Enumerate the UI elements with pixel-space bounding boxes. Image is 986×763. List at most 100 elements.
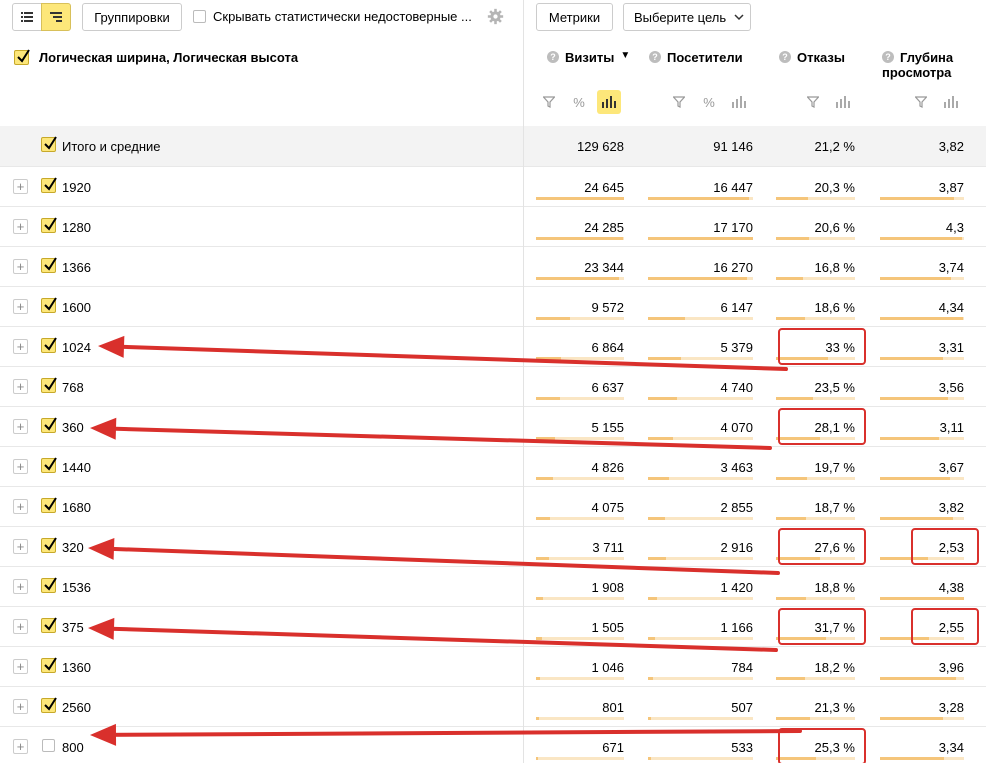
groupings-button[interactable]: Группировки (82, 3, 182, 31)
bar-fill-visits (536, 757, 538, 760)
percent-icon[interactable]: % (567, 90, 591, 114)
percent-icon[interactable]: % (697, 90, 721, 114)
table-row[interactable]: +1536 1 908 1 420 18,8 % 4,38 (0, 566, 986, 606)
table-row[interactable]: +768 6 637 4 740 23,5 % 3,56 (0, 366, 986, 406)
row-checkbox[interactable] (41, 217, 57, 236)
table-row[interactable]: +1680 4 075 2 855 18,7 % 3,82 (0, 486, 986, 526)
bar-fill-depth (880, 677, 956, 680)
bounce-highlight-box (778, 408, 866, 445)
cell-visitors: 2 855 (720, 500, 753, 515)
bar-fill-visitors (648, 437, 673, 440)
bar-track-visitors (648, 357, 753, 360)
cell-visits: 6 637 (591, 380, 624, 395)
row-checkbox[interactable] (41, 537, 57, 556)
goal-select[interactable]: Выберите цель (623, 3, 751, 31)
sort-desc-icon[interactable]: ▼ (620, 50, 630, 61)
cell-depth: 4,34 (938, 300, 964, 315)
row-checkbox[interactable] (41, 297, 57, 316)
cell-visits: 4 075 (591, 500, 624, 515)
row-checkbox[interactable] (41, 457, 57, 476)
bar-track-depth (880, 677, 964, 680)
bar-track-visitors (648, 237, 753, 240)
bar-fill-visitors (648, 677, 653, 680)
bar-fill-bounces (776, 197, 808, 200)
hide-unreliable-label: Скрывать статистически недостоверные ... (213, 9, 472, 24)
list-view-toggle[interactable] (12, 3, 42, 31)
filter-icon[interactable] (537, 90, 561, 114)
row-checkbox[interactable] (41, 697, 57, 716)
expand-icon[interactable]: + (13, 579, 28, 594)
gear-icon[interactable] (487, 8, 504, 28)
expand-icon[interactable]: + (13, 419, 28, 434)
row-checkbox[interactable] (41, 617, 57, 636)
expand-icon[interactable]: + (13, 619, 28, 634)
col-depth-label-1: Глубина (900, 50, 954, 65)
expand-icon[interactable]: + (13, 499, 28, 514)
table-row[interactable]: +1440 4 826 3 463 19,7 % 3,67 (0, 446, 986, 486)
bar-chart-icon[interactable] (831, 90, 855, 114)
hide-unreliable-checkbox[interactable] (193, 10, 206, 23)
table-row[interactable]: +1360 1 046 784 18,2 % 3,96 (0, 646, 986, 686)
bar-fill-depth (880, 757, 944, 760)
cell-visitors: 533 (731, 740, 753, 755)
help-icon[interactable]: ? (779, 51, 791, 63)
bar-fill-depth (880, 197, 954, 200)
expand-icon[interactable]: + (13, 299, 28, 314)
help-icon[interactable]: ? (649, 51, 661, 63)
bar-track-visitors (648, 677, 753, 680)
row-label: 1360 (62, 660, 91, 675)
filter-icon[interactable] (801, 90, 825, 114)
hide-unreliable-option[interactable]: Скрывать статистически недостоверные ... (193, 9, 472, 24)
row-checkbox[interactable] (41, 497, 57, 516)
expand-icon[interactable]: + (13, 219, 28, 234)
col-visitors[interactable]: ? Посетители (649, 50, 743, 65)
row-checkbox[interactable] (41, 657, 57, 676)
expand-icon[interactable]: + (13, 739, 28, 754)
tree-view-toggle[interactable] (41, 3, 71, 31)
table-row[interactable]: +2560 801 507 21,3 % 3,28 (0, 686, 986, 726)
filter-icon[interactable] (667, 90, 691, 114)
bar-fill-bounces (776, 677, 805, 680)
expand-icon[interactable]: + (13, 179, 28, 194)
row-checkbox[interactable] (41, 337, 57, 356)
cell-depth: 4,3 (945, 220, 964, 235)
dimension-checkbox[interactable] (14, 49, 30, 65)
col-visits[interactable]: ? Визиты ▼ (547, 50, 630, 65)
dimension-header[interactable]: Логическая ширина, Логическая высота (14, 49, 298, 65)
filter-icon[interactable] (909, 90, 933, 114)
total-bounces: 21,2 % (814, 139, 855, 154)
metrics-button[interactable]: Метрики (536, 3, 613, 31)
bar-track-bounces (776, 397, 855, 400)
help-icon[interactable]: ? (882, 51, 894, 63)
bar-fill-bounces (776, 597, 806, 600)
col-bounces[interactable]: ? Отказы (779, 50, 845, 65)
table-row[interactable]: +1920 24 645 16 447 20,3 % 3,87 (0, 166, 986, 206)
row-checkbox[interactable] (41, 257, 57, 276)
bar-chart-icon[interactable] (939, 90, 963, 114)
expand-icon[interactable]: + (13, 659, 28, 674)
row-checkbox[interactable] (41, 377, 57, 396)
col-depth[interactable]: ? Глубина просмотра (882, 50, 953, 80)
expand-icon[interactable]: + (13, 259, 28, 274)
table-row[interactable]: +1366 23 344 16 270 16,8 % 3,74 (0, 246, 986, 286)
expand-icon[interactable]: + (13, 379, 28, 394)
row-checkbox[interactable] (41, 177, 57, 196)
row-checkbox[interactable] (41, 738, 55, 755)
expand-icon[interactable]: + (13, 539, 28, 554)
row-checkbox[interactable] (41, 417, 57, 436)
bar-chart-icon[interactable] (727, 90, 751, 114)
expand-icon[interactable]: + (13, 339, 28, 354)
row-label: 1366 (62, 260, 91, 275)
bar-track-visits (536, 357, 624, 360)
cell-visits: 23 344 (584, 260, 624, 275)
help-icon[interactable]: ? (547, 51, 559, 63)
table-row[interactable]: +1280 24 285 17 170 20,6 % 4,3 (0, 206, 986, 246)
bar-track-visitors (648, 397, 753, 400)
row-checkbox[interactable] (41, 577, 57, 596)
bar-chart-icon[interactable] (597, 90, 621, 114)
table-row[interactable]: +1600 9 572 6 147 18,6 % 4,34 (0, 286, 986, 326)
expand-icon[interactable]: + (13, 459, 28, 474)
expand-icon[interactable]: + (13, 699, 28, 714)
bar-track-visits (536, 597, 624, 600)
total-checkbox[interactable] (41, 136, 57, 155)
